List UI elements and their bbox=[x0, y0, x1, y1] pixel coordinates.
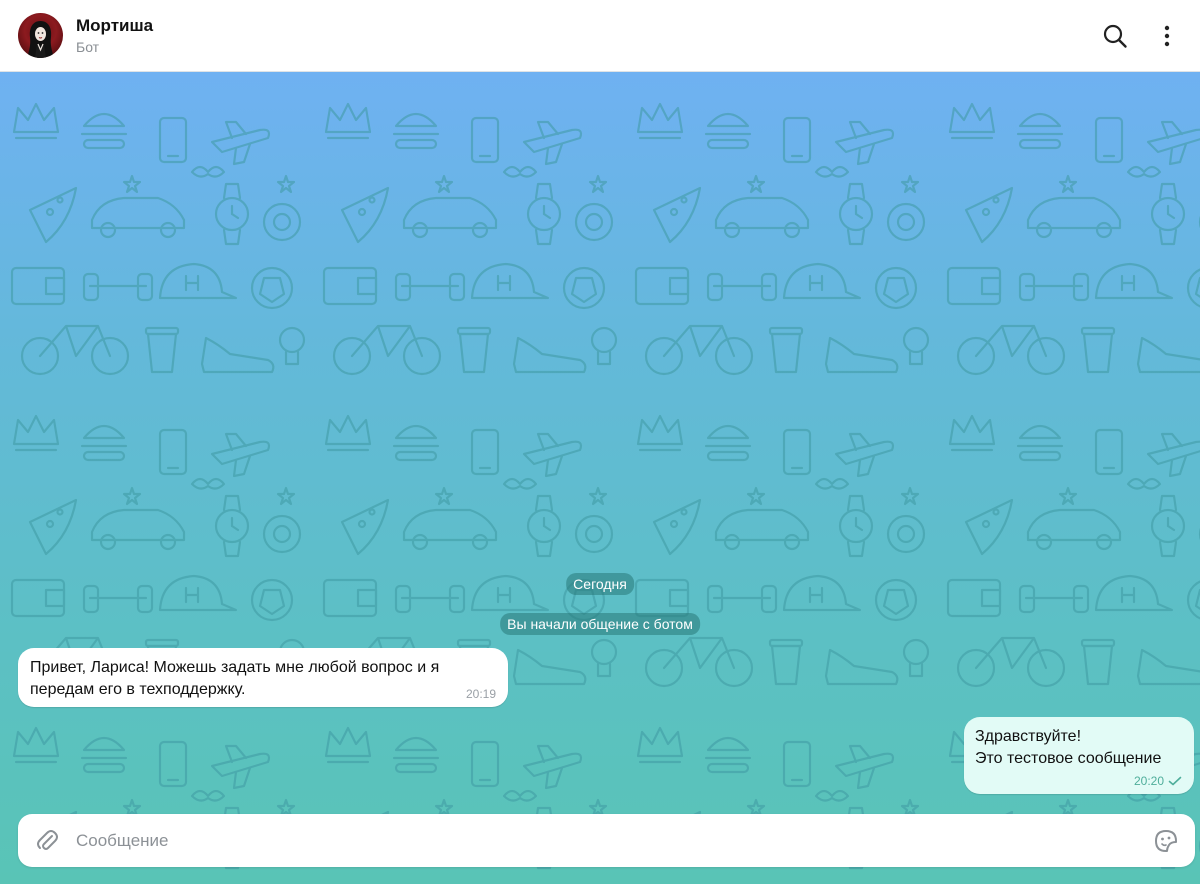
service-message: Вы начали общение с ботом bbox=[500, 613, 700, 635]
chat-title[interactable]: Мортиша bbox=[76, 16, 153, 36]
message-text: Здравствуйте! Это тестовое сообщение bbox=[975, 728, 1162, 767]
message-time: 20:20 bbox=[1133, 774, 1164, 788]
date-divider: Сегодня bbox=[566, 573, 634, 595]
sticker-button[interactable] bbox=[1151, 826, 1181, 856]
chat-subtitle: Бот bbox=[76, 38, 100, 55]
message-time: 20:19 bbox=[465, 687, 496, 701]
checkmark-icon bbox=[1168, 776, 1182, 786]
sticker-icon bbox=[1155, 829, 1177, 852]
search-icon bbox=[1103, 24, 1127, 48]
chat-header: Мортиша Бот bbox=[0, 0, 1200, 72]
search-button[interactable] bbox=[1100, 21, 1130, 51]
chat-area[interactable]: Сегодня Вы начали общение с ботом Привет… bbox=[0, 72, 1200, 884]
gothic-lady-avatar-icon bbox=[27, 21, 54, 58]
outgoing-message[interactable]: Здравствуйте! Это тестовое сообщение 20:… bbox=[964, 717, 1194, 794]
incoming-message[interactable]: Привет, Лариса! Можешь задать мне любой … bbox=[18, 648, 508, 707]
message-meta: 20:20 bbox=[975, 774, 1182, 788]
message-composer bbox=[18, 814, 1195, 867]
paperclip-icon bbox=[37, 829, 58, 850]
avatar[interactable] bbox=[18, 13, 63, 58]
attach-button[interactable] bbox=[32, 826, 62, 856]
more-vertical-icon bbox=[1164, 25, 1170, 46]
message-input[interactable] bbox=[76, 830, 1151, 851]
more-button[interactable] bbox=[1152, 21, 1182, 51]
